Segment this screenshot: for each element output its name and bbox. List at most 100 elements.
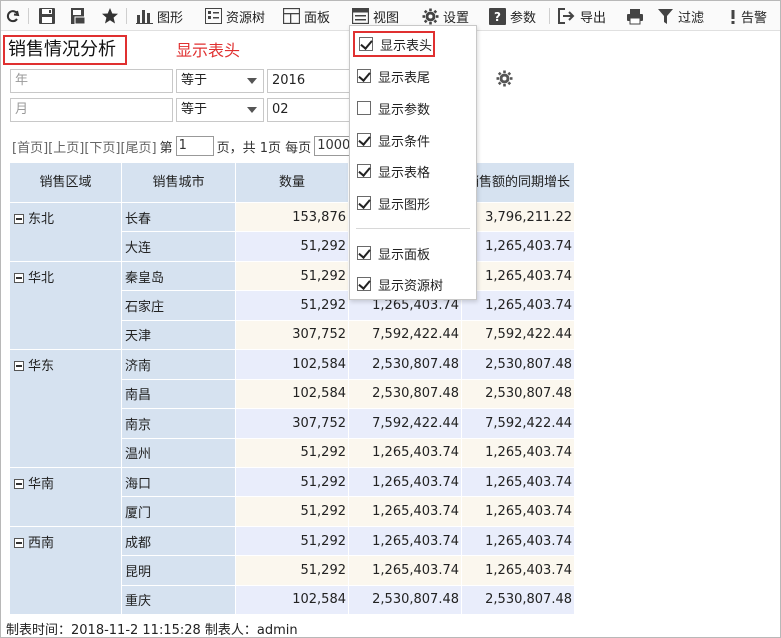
- region-label: 华南: [28, 476, 55, 492]
- params-button[interactable]: ? 参数: [489, 5, 536, 27]
- collapse-icon[interactable]: [14, 361, 24, 372]
- menu-item-show-panel[interactable]: 显示面板: [350, 240, 476, 266]
- print-icon: [627, 8, 643, 24]
- resource-tree-button[interactable]: 资源树: [205, 5, 265, 27]
- pager-prev-link[interactable]: [上页]: [48, 137, 84, 156]
- amount-cell: 2,530,807.48: [348, 378, 462, 410]
- menu-item-show-header[interactable]: 显示表头: [353, 31, 435, 57]
- growth-cell: 1,265,403.74: [461, 466, 575, 498]
- param-year-field[interactable]: 年: [10, 69, 173, 93]
- region-cell: 华北: [9, 260, 122, 351]
- toolbar-separator: [28, 8, 29, 24]
- panel-button[interactable]: 面板: [283, 5, 330, 27]
- checkbox-show-header[interactable]: [359, 37, 373, 51]
- amount-cell: 7,592,422.44: [348, 408, 462, 439]
- settings-button[interactable]: 设置: [422, 5, 469, 27]
- panel-button-label: 面板: [304, 10, 331, 26]
- pager-first-link[interactable]: [首页]: [12, 137, 48, 156]
- report-table: 销售区域 销售城市 数量 销售额的同期增长 东北 长春 153,876 3,79…: [9, 162, 575, 616]
- city-cell: 长春: [121, 201, 236, 233]
- param-year-operator[interactable]: 等于: [176, 69, 264, 93]
- region-label: 东北: [28, 212, 55, 227]
- print-button[interactable]: [626, 5, 644, 27]
- menu-item-show-resource-tree[interactable]: 显示资源树: [350, 271, 476, 297]
- pager-next-link[interactable]: [下页]: [84, 137, 120, 156]
- amount-cell: 2,530,807.48: [348, 584, 462, 616]
- menu-item-label: 显示面板: [378, 247, 431, 263]
- alert-button-label: 告警: [741, 10, 768, 26]
- column-header-qty[interactable]: 数量: [235, 162, 349, 203]
- menu-item-show-chart[interactable]: 显示图形: [350, 190, 476, 216]
- refresh-button[interactable]: [5, 5, 21, 27]
- pager-last-link[interactable]: [尾页]: [120, 137, 156, 156]
- checkbox-show-chart[interactable]: [357, 196, 371, 210]
- filter-button[interactable]: 过滤: [657, 5, 704, 27]
- export-button[interactable]: 导出: [558, 5, 606, 27]
- save-as-button[interactable]: [69, 5, 87, 27]
- table-row: 东北 长春 153,876 3,796,211.22: [9, 201, 575, 262]
- growth-cell: 1,265,403.74: [461, 525, 575, 557]
- region-cell: 东北: [9, 202, 122, 262]
- column-header-city[interactable]: 销售城市: [121, 162, 236, 203]
- toolbar-separator: [549, 8, 550, 24]
- city-cell: 石家庄: [121, 290, 236, 321]
- qty-cell: 51,292: [235, 525, 349, 557]
- panel-icon: [283, 8, 300, 24]
- pager-page-prefix: 第: [159, 140, 173, 156]
- region-cell: 西南: [9, 525, 122, 616]
- save-button[interactable]: [38, 5, 56, 27]
- growth-cell: 2,530,807.48: [461, 349, 575, 380]
- menu-item-show-footer[interactable]: 显示表尾: [350, 63, 476, 89]
- checkbox-show-params[interactable]: [357, 101, 371, 115]
- view-button[interactable]: 视图: [352, 5, 399, 27]
- amount-cell: 1,265,403.74: [348, 437, 462, 468]
- city-cell: 重庆: [121, 584, 236, 616]
- amount-cell: 2,530,807.48: [348, 349, 462, 380]
- param-year-value[interactable]: 2016: [267, 69, 352, 93]
- column-header-region[interactable]: 销售区域: [9, 162, 122, 203]
- checkbox-show-resource-tree[interactable]: [357, 277, 371, 291]
- column-header-growth[interactable]: 销售额的同期增长: [461, 162, 575, 203]
- city-cell: 成都: [121, 525, 236, 557]
- toolbar-separator: [126, 8, 127, 24]
- growth-cell: 7,592,422.44: [461, 319, 575, 351]
- report-title: 销售情况分析: [3, 35, 127, 65]
- view-menu: 显示表头 显示表尾 显示参数 显示条件 显示表格 显示图形 显示面板 显示资源树: [349, 25, 477, 300]
- view-icon: [352, 8, 369, 24]
- qty-cell: 51,292: [235, 555, 349, 586]
- growth-cell: 1,265,403.74: [461, 496, 575, 527]
- table-row: 华南 海口 51,292 1,265,403.74 1,265,403.74: [9, 466, 575, 527]
- amount-cell: 7,592,422.44: [348, 319, 462, 351]
- param-month-operator[interactable]: 等于: [176, 98, 264, 122]
- checkbox-show-table[interactable]: [357, 164, 371, 178]
- pager-page-suffix: 页，共 1页 每页: [216, 140, 312, 156]
- menu-item-label: 显示资源树: [378, 278, 444, 294]
- menu-item-show-table[interactable]: 显示表格: [350, 158, 476, 184]
- page-number-input[interactable]: 1: [175, 136, 214, 156]
- city-cell: 大连: [121, 231, 236, 262]
- checkbox-show-panel[interactable]: [357, 246, 371, 260]
- checkbox-show-conditions[interactable]: [357, 133, 371, 147]
- menu-item-show-conditions[interactable]: 显示条件: [350, 127, 476, 153]
- collapse-icon[interactable]: [14, 272, 24, 283]
- param-settings-button[interactable]: [496, 70, 513, 91]
- collapse-icon[interactable]: [14, 478, 24, 489]
- amount-cell: 1,265,403.74: [348, 555, 462, 586]
- param-month-value[interactable]: 02: [267, 98, 352, 122]
- param-month-field[interactable]: 月: [10, 98, 173, 122]
- table-row: 华东 济南 102,584 2,530,807.48 2,530,807.48: [9, 349, 575, 468]
- collapse-icon[interactable]: [14, 214, 24, 224]
- favorite-button[interactable]: [101, 5, 119, 27]
- chart-button[interactable]: 图形: [136, 5, 183, 27]
- alert-button[interactable]: 告警: [729, 5, 767, 27]
- growth-cell: 1,265,403.74: [461, 290, 575, 321]
- amount-cell: 1,265,403.74: [348, 525, 462, 557]
- city-cell: 温州: [121, 437, 236, 468]
- collapse-icon[interactable]: [14, 537, 24, 548]
- checkbox-show-footer[interactable]: [357, 69, 371, 83]
- qty-cell: 307,752: [235, 408, 349, 439]
- region-label: 华北: [28, 270, 55, 286]
- gear-icon: [496, 70, 513, 87]
- menu-item-show-params[interactable]: 显示参数: [350, 95, 476, 121]
- refresh-icon: [6, 10, 20, 23]
